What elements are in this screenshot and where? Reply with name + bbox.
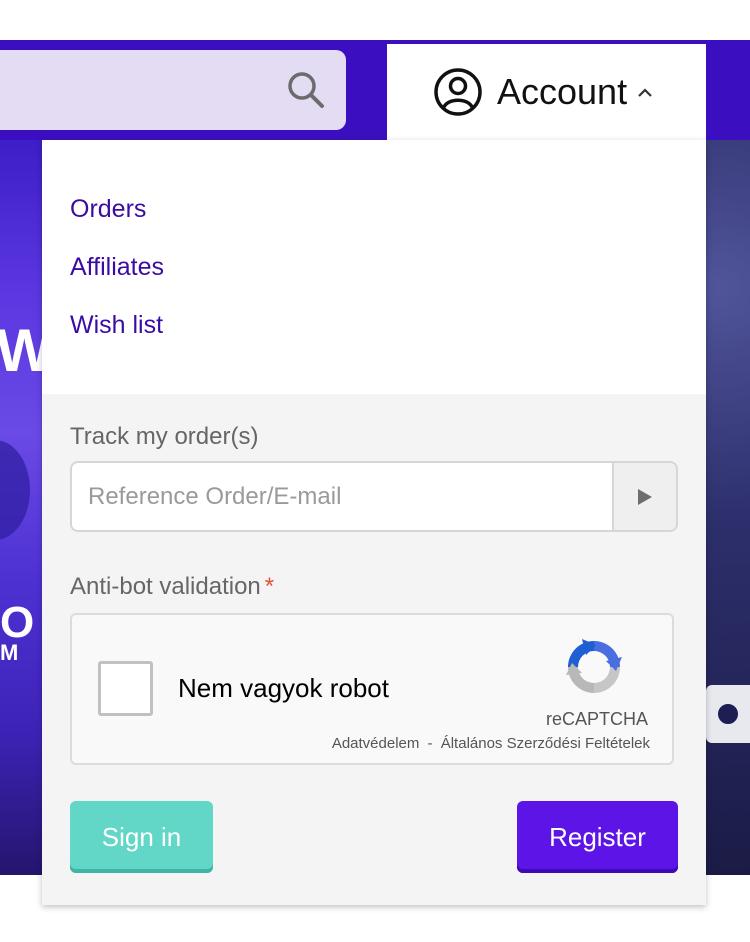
recaptcha-checkbox[interactable] xyxy=(98,661,153,716)
banner-left: W O M xyxy=(0,140,42,875)
account-circle-icon xyxy=(434,68,482,116)
menu-item-orders[interactable]: Orders xyxy=(70,195,146,224)
antibot-label-text: Anti-bot validation xyxy=(70,573,261,600)
privacy-link[interactable]: Adatvédelem xyxy=(332,735,420,752)
banner-right xyxy=(706,140,750,875)
account-dropdown: Orders Affiliates Wish list Track my ord… xyxy=(42,140,706,905)
register-button[interactable]: Register xyxy=(517,801,678,873)
menu-item-affiliates[interactable]: Affiliates xyxy=(70,253,164,282)
banner-decoration xyxy=(0,440,30,540)
terms-link[interactable]: Általános Szerződési Feltételek xyxy=(441,735,650,752)
play-arrow-icon xyxy=(638,488,652,505)
camera-lens-decoration xyxy=(712,698,744,730)
recaptcha-logo-icon xyxy=(566,639,622,693)
account-label: Account xyxy=(497,71,628,112)
recaptcha-brand: reCAPTCHA xyxy=(545,709,648,729)
search-icon[interactable] xyxy=(286,70,326,110)
sign-in-button[interactable]: Sign in xyxy=(70,801,213,873)
antibot-label: Anti-bot validation * xyxy=(70,573,274,601)
recaptcha-widget: Nem vagyok robot reCAPTCHA Adatvédelem -… xyxy=(70,613,674,765)
track-order-input[interactable] xyxy=(72,463,614,530)
recaptcha-links: Adatvédelem - Általános Szerződési Felté… xyxy=(332,735,650,752)
link-separator: - xyxy=(427,735,433,752)
page: Account W O M Orders Affiliates Wish lis… xyxy=(0,0,750,942)
banner-letter: M xyxy=(0,640,19,665)
banner-letter: W xyxy=(0,317,42,384)
required-star: * xyxy=(264,573,275,600)
chevron-up-icon xyxy=(638,88,652,97)
account-menu-list: Orders Affiliates Wish list xyxy=(42,140,706,394)
track-order-field xyxy=(70,461,678,532)
track-order-label: Track my order(s) xyxy=(70,423,259,450)
account-menu-toggle[interactable]: Account xyxy=(387,44,706,140)
track-order-submit-button[interactable] xyxy=(612,463,676,530)
recaptcha-text: Nem vagyok robot xyxy=(178,673,389,703)
menu-item-wish-list[interactable]: Wish list xyxy=(70,311,163,340)
